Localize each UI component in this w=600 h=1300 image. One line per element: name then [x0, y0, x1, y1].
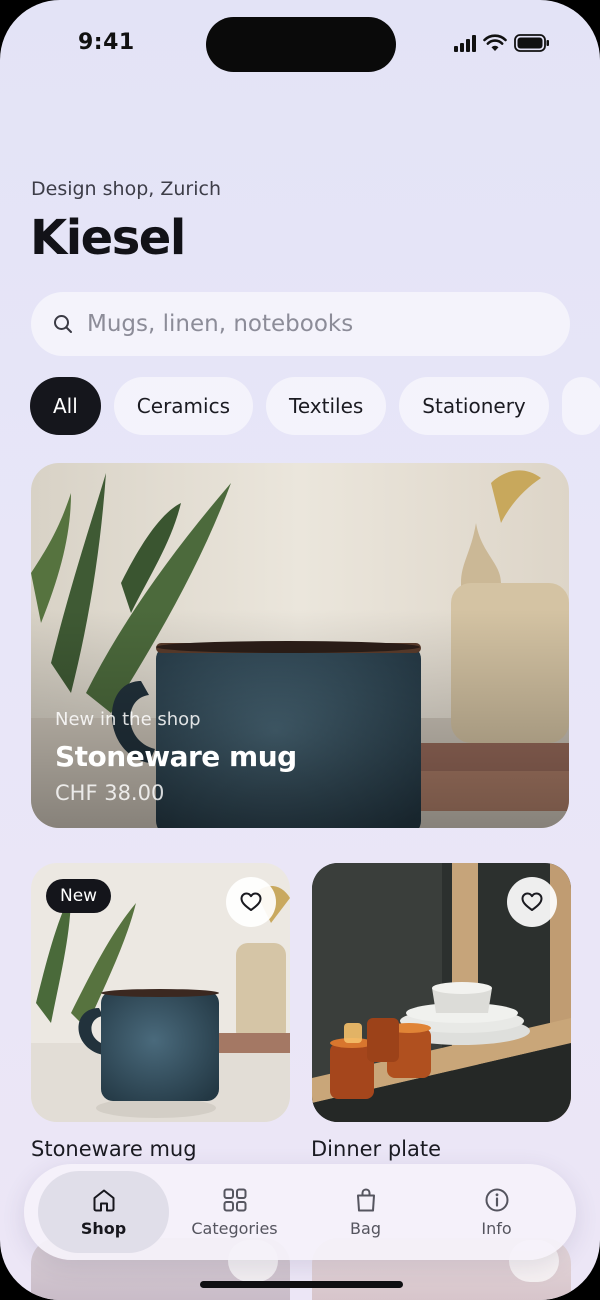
status-time: 9:41 [78, 30, 135, 55]
favorite-button[interactable] [507, 877, 557, 927]
new-badge: New [46, 879, 112, 913]
tab-info[interactable]: Info [431, 1171, 562, 1253]
category-chips: All Ceramics Textiles Stationery [30, 377, 600, 435]
product-name-plate[interactable]: Dinner plate [311, 1137, 441, 1161]
heart-icon [240, 892, 262, 911]
grid-icon [223, 1188, 246, 1211]
wifi-icon [483, 34, 507, 51]
info-icon [485, 1188, 508, 1211]
tab-bar: Shop Categories Bag Info [24, 1164, 576, 1260]
status-icons [454, 34, 550, 52]
product-name-mug[interactable]: Stoneware mug [31, 1137, 197, 1161]
home-icon [93, 1189, 114, 1211]
shop-title: Kiesel [30, 210, 186, 266]
search-input[interactable] [87, 311, 527, 337]
chip-textiles[interactable]: Textiles [266, 377, 387, 435]
tab-categories[interactable]: Categories [169, 1171, 300, 1253]
hero-kicker: New in the shop [55, 709, 201, 730]
tab-bag[interactable]: Bag [300, 1171, 431, 1253]
tab-categories-label: Categories [191, 1218, 278, 1238]
dynamic-island [206, 17, 396, 72]
signal-icon [454, 34, 476, 52]
tab-bag-label: Bag [350, 1218, 381, 1238]
search-icon [54, 315, 72, 333]
phone-screen: 9:41 Design shop, Zurich Kiesel All Cera… [0, 0, 600, 1300]
chip-all[interactable]: All [30, 377, 101, 435]
hero-overlay [31, 463, 569, 828]
bag-icon [356, 1187, 375, 1211]
tab-shop-label: Shop [80, 1218, 127, 1238]
home-indicator [200, 1281, 403, 1288]
chip-ceramics[interactable]: Ceramics [113, 377, 253, 435]
shop-subtitle: Design shop, Zurich [31, 178, 221, 200]
product-card-mug[interactable]: New [31, 863, 290, 1122]
chip-stationery[interactable]: Stationery [399, 377, 549, 435]
battery-icon [514, 34, 549, 52]
tab-shop[interactable]: Shop [38, 1171, 169, 1253]
hero-price: CHF 38.00 [55, 781, 165, 805]
hero-product-name: Stoneware mug [55, 740, 297, 773]
product-card-plate[interactable] [312, 863, 571, 1122]
tab-info-label: Info [481, 1218, 512, 1238]
hero-card[interactable]: New in the shop Stoneware mug CHF 38.00 [31, 463, 569, 828]
chip-more[interactable] [561, 377, 600, 435]
search-bar[interactable] [31, 292, 570, 356]
heart-icon [521, 892, 543, 911]
favorite-button[interactable] [226, 877, 276, 927]
